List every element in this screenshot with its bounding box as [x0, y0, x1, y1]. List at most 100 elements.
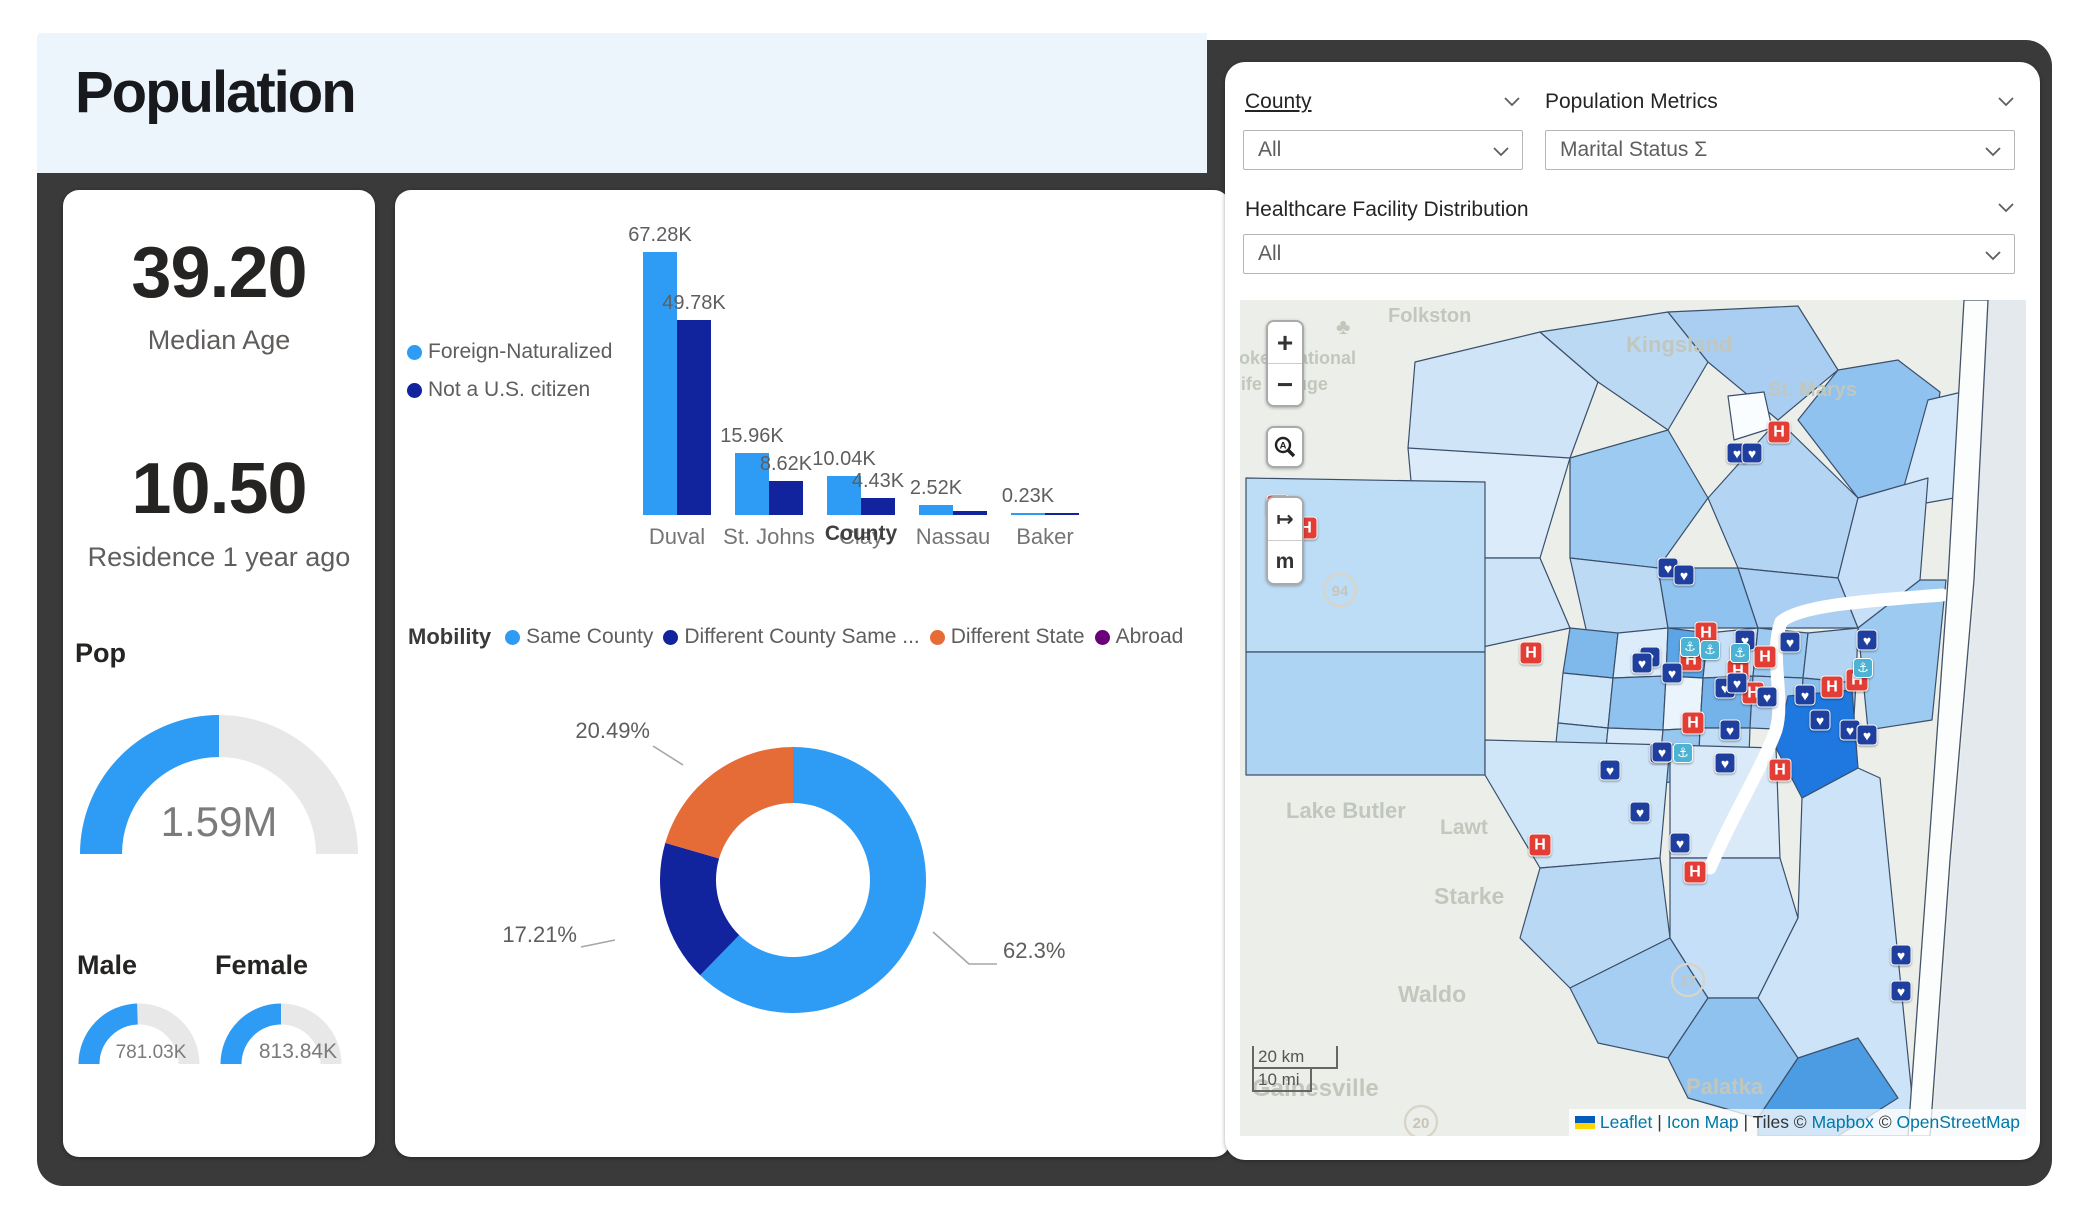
clinic-marker[interactable]: ♥ [1891, 981, 1912, 1002]
search-area-icon[interactable]: A [1268, 428, 1302, 466]
mobility-legend-item[interactable]: Same County [505, 625, 653, 649]
port-marker[interactable]: ⚓ [1680, 637, 1700, 657]
hospital-marker[interactable]: H [1768, 421, 1791, 444]
healthcare-map[interactable]: 941720FolkstonKingslandSt. MarysOkefenok… [1240, 300, 2026, 1136]
clinic-marker[interactable]: ♥ [1857, 725, 1878, 746]
hospital-marker[interactable]: H [1769, 759, 1792, 782]
chevron-down-icon[interactable] [1503, 96, 1521, 108]
clinic-marker[interactable]: ♥ [1674, 565, 1695, 586]
bar-Baker-noncitizen[interactable] [1045, 513, 1079, 515]
female-gauge-value: 813.84K [235, 1040, 361, 1064]
map-place-label: Waldo [1398, 981, 1466, 1007]
county-dropdown[interactable]: All [1243, 130, 1523, 170]
unit-button[interactable]: m [1268, 541, 1302, 583]
filter-county-label[interactable]: County [1245, 90, 1312, 114]
healthcare-dropdown[interactable]: All [1243, 234, 2015, 274]
clinic-marker[interactable]: ♥ [1662, 663, 1683, 684]
hospital-marker[interactable]: H [1754, 646, 1777, 669]
filter-healthcare-label[interactable]: Healthcare Facility Distribution [1245, 198, 1529, 222]
map-scale-bar: 20 km 10 mi [1252, 1046, 1338, 1092]
male-gauge-value: 781.03K [91, 1042, 211, 1064]
hospital-marker[interactable]: H [1529, 834, 1552, 857]
svg-text:94: 94 [1332, 583, 1349, 600]
bar-Clay-noncitizen[interactable] [861, 498, 895, 515]
attribution-link[interactable]: Leaflet [1600, 1112, 1653, 1132]
legend-label: Not a U.S. citizen [428, 378, 590, 402]
map-place-label: Lake Butler [1286, 798, 1406, 823]
clinic-marker[interactable]: ♥ [1742, 443, 1763, 464]
legend-label: Foreign-Naturalized [428, 340, 612, 364]
census-tract[interactable] [1246, 652, 1485, 775]
bar-legend-item[interactable]: Foreign-Naturalized [407, 340, 612, 364]
bar-group-Clay[interactable]: 10.04K4.43KClay [815, 240, 907, 515]
clinic-marker[interactable]: ♥ [1715, 753, 1736, 774]
clinic-marker[interactable]: ♥ [1652, 742, 1673, 763]
hospital-marker[interactable]: H [1821, 676, 1844, 699]
census-tract[interactable] [1608, 676, 1666, 730]
bar-chart-x-axis-title: County [631, 522, 1091, 546]
bar-group-Nassau[interactable]: 2.52KNassau [907, 240, 999, 515]
filter-metrics-label[interactable]: Population Metrics [1545, 90, 1718, 114]
clinic-marker[interactable]: ♥ [1670, 833, 1691, 854]
bar-legend-item[interactable]: Not a U.S. citizen [407, 378, 612, 402]
donut-slice-Different State[interactable] [665, 747, 793, 858]
map-place-label: Kingsland [1626, 332, 1732, 357]
bar-group-Duval[interactable]: 67.28K49.78KDuval [631, 240, 723, 515]
bar-data-label: 49.78K [659, 292, 729, 315]
legend-label: Same County [526, 625, 653, 649]
hospital-marker[interactable]: H [1520, 642, 1543, 665]
census-tract[interactable] [1558, 673, 1613, 728]
donut-percentage-label: 62.3% [1003, 938, 1113, 964]
chevron-down-icon [1984, 146, 2002, 158]
bar-Nassau-noncitizen[interactable] [953, 511, 987, 515]
citizenship-bar-chart[interactable]: 67.28K49.78KDuval15.96K8.62KSt. Johns10.… [631, 240, 1091, 515]
zoom-in-button[interactable]: + [1268, 322, 1302, 363]
bar-St. Johns-noncitizen[interactable] [769, 481, 803, 515]
hospital-marker[interactable]: H [1682, 712, 1705, 735]
attribution-link[interactable]: Icon Map [1667, 1112, 1739, 1132]
mobility-legend-item[interactable]: Different State [930, 625, 1085, 649]
clinic-marker[interactable]: ♥ [1727, 673, 1748, 694]
female-gauge-title: Female [215, 950, 308, 981]
hospital-marker[interactable]: H [1684, 861, 1707, 884]
charts-card: Foreign-Naturalized Not a U.S. citizen 67… [395, 190, 1230, 1157]
legend-dot-icon [505, 630, 520, 645]
clinic-marker[interactable]: ♥ [1632, 653, 1653, 674]
pan-arrow-button[interactable]: ↦ [1268, 498, 1302, 540]
clinic-marker[interactable]: ♥ [1720, 720, 1741, 741]
attribution-link[interactable]: OpenStreetMap [1896, 1112, 2020, 1132]
port-marker[interactable]: ⚓ [1673, 743, 1693, 763]
chevron-down-icon[interactable] [1997, 96, 2015, 108]
zoom-out-button[interactable]: − [1268, 364, 1302, 405]
bar-group-Baker[interactable]: 0.23KBaker [999, 240, 1091, 515]
dashboard-header: Population [37, 33, 1207, 173]
bar-group-St. Johns[interactable]: 15.96K8.62KSt. Johns [723, 240, 815, 515]
bar-Nassau-naturalized[interactable] [919, 505, 953, 515]
chevron-down-icon[interactable] [1997, 202, 2015, 214]
attribution-text: Tiles © [1753, 1112, 1812, 1132]
marital-status-dropdown[interactable]: Marital Status Σ [1545, 130, 2015, 170]
clinic-marker[interactable]: ♥ [1795, 685, 1816, 706]
clinic-marker[interactable]: ♥ [1891, 945, 1912, 966]
attribution-text: | [1739, 1112, 1753, 1132]
mobility-legend-item[interactable]: Abroad [1095, 625, 1184, 649]
bar-Duval-noncitizen[interactable] [677, 320, 711, 515]
clinic-marker[interactable]: ♥ [1630, 802, 1651, 823]
attribution-link[interactable]: Mapbox [1812, 1112, 1874, 1132]
census-tract[interactable] [1563, 628, 1618, 678]
port-marker[interactable]: ⚓ [1730, 643, 1750, 663]
clinic-marker[interactable]: ♥ [1857, 630, 1878, 651]
bar-Baker-naturalized[interactable] [1011, 513, 1045, 515]
mobility-legend-item[interactable]: Different County Same ... [663, 625, 919, 649]
legend-dot-icon [930, 630, 945, 645]
clinic-marker[interactable]: ♥ [1757, 687, 1778, 708]
clinic-marker[interactable]: ♥ [1780, 632, 1801, 653]
mobility-legend: Mobility Same CountyDifferent County Sam… [408, 624, 1218, 650]
bar-data-label: 15.96K [717, 425, 787, 448]
port-marker[interactable]: ⚓ [1700, 640, 1720, 660]
clinic-marker[interactable]: ♥ [1600, 760, 1621, 781]
bar-data-label: 2.52K [901, 477, 971, 500]
clinic-marker[interactable]: ♥ [1810, 710, 1831, 731]
port-marker[interactable]: ⚓ [1853, 658, 1873, 678]
census-tract[interactable] [1570, 558, 1668, 638]
